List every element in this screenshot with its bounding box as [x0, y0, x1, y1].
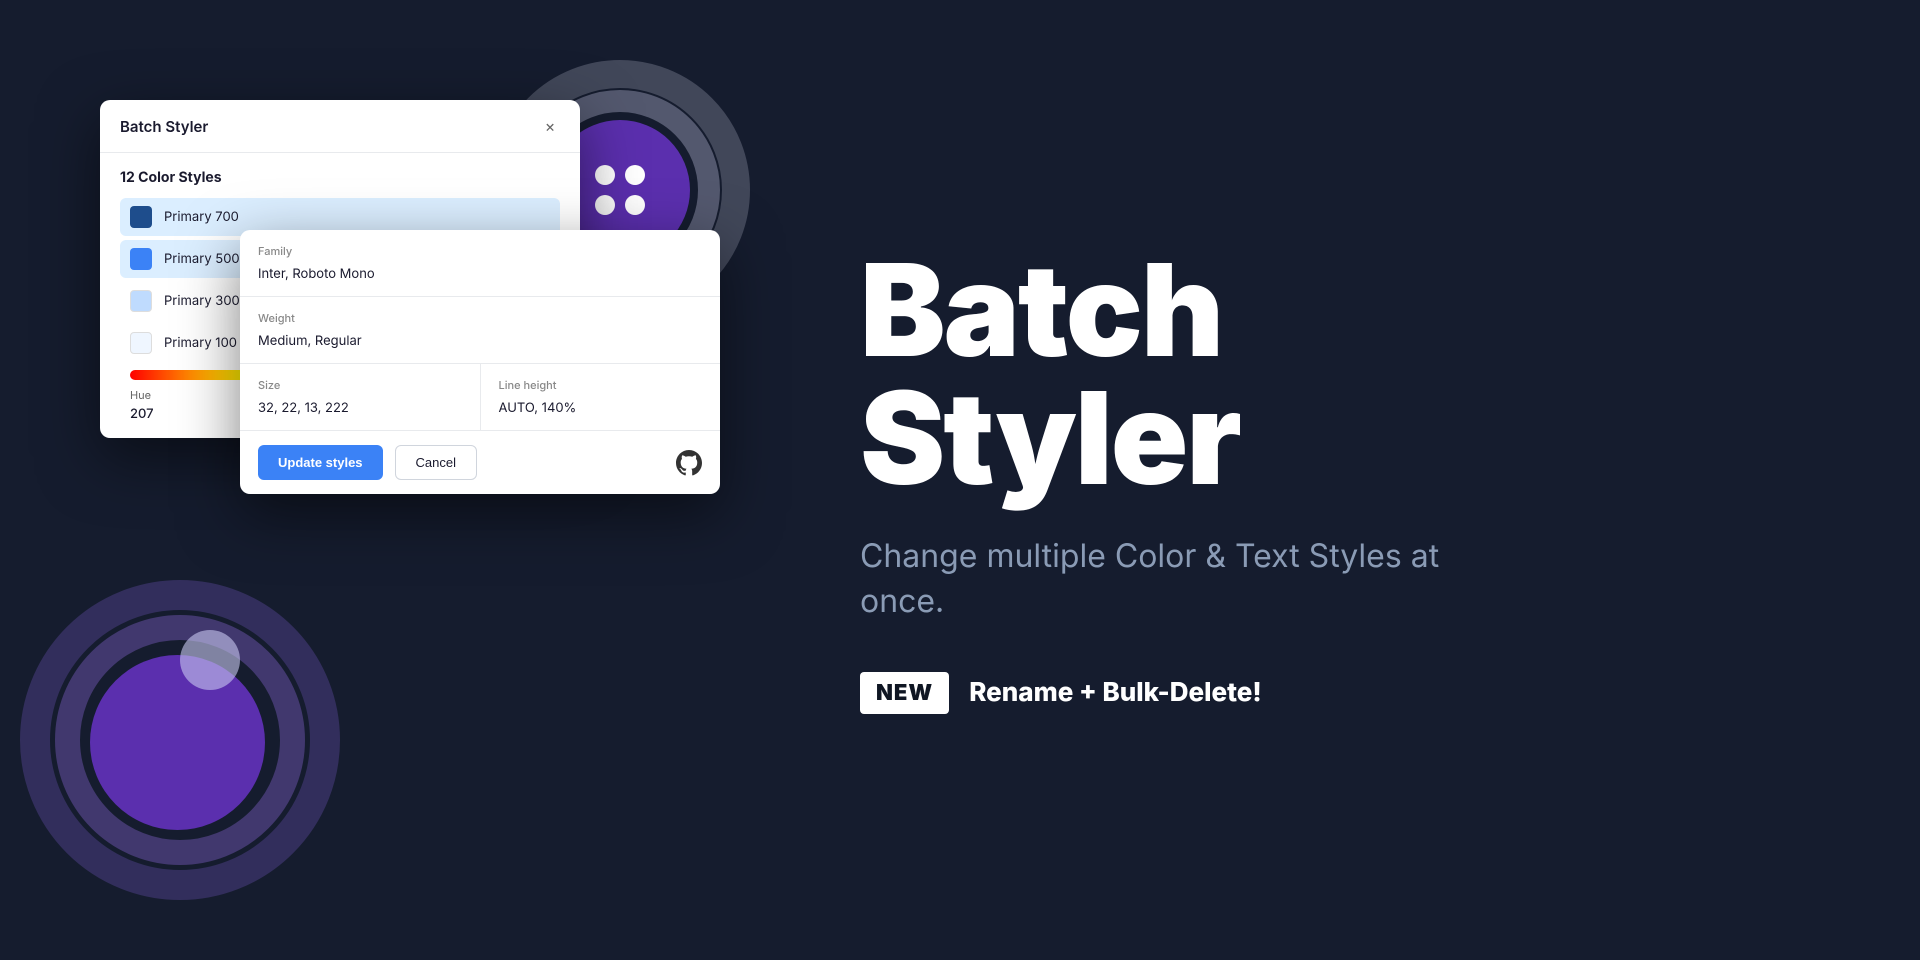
lineheight-section: Line height AUTO, 140% [481, 364, 721, 431]
color-name-primary700: Primary 700 [164, 209, 239, 225]
lineheight-value: AUTO, 140% [499, 400, 703, 416]
new-feature-text: Rename + Bulk-Delete! [969, 677, 1261, 708]
dot-1 [595, 165, 615, 185]
swatch-primary100 [130, 332, 152, 354]
update-styles-button[interactable]: Update styles [258, 445, 383, 480]
weight-label: Weight [258, 311, 702, 325]
github-icon[interactable] [676, 450, 702, 476]
typo-actions: Update styles Cancel [240, 431, 720, 494]
typography-popup: Family Inter, Roboto Mono Weight Medium,… [240, 230, 720, 494]
close-button[interactable]: × [540, 116, 560, 136]
right-section: Batch Styler Change multiple Color & Tex… [760, 0, 1920, 960]
weight-value: Medium, Regular [258, 333, 702, 349]
new-badge-row: NEW Rename + Bulk-Delete! [860, 672, 1820, 714]
size-lineheight-row: Size 32, 22, 13, 222 Line height AUTO, 1… [240, 364, 720, 431]
size-value: 32, 22, 13, 222 [258, 400, 462, 416]
family-label: Family [258, 244, 702, 258]
dot-3 [595, 195, 615, 215]
weight-section: Weight Medium, Regular [240, 297, 720, 364]
hero-subtitle: Change multiple Color & Text Styles at o… [860, 534, 1440, 624]
family-value: Inter, Roboto Mono [258, 266, 702, 282]
color-name-primary100: Primary 100 [164, 335, 237, 351]
hero-title: Batch Styler [860, 246, 1820, 502]
swatch-primary300 [130, 290, 152, 312]
hero-title-line2: Styler [860, 374, 1820, 502]
swatch-primary700 [130, 206, 152, 228]
button-icon-dots [595, 165, 645, 215]
family-section: Family Inter, Roboto Mono [240, 230, 720, 297]
dot-2 [625, 165, 645, 185]
size-section: Size 32, 22, 13, 222 [240, 364, 481, 431]
color-name-primary500: Primary 500 [164, 251, 240, 267]
lineheight-label: Line height [499, 378, 703, 392]
plugin-title: Batch Styler [120, 117, 208, 136]
styles-count: 12 Color Styles [120, 169, 560, 186]
swatch-primary500 [130, 248, 152, 270]
left-section: Batch Styler × 12 Color Styles Primary 7… [0, 0, 760, 960]
color-name-primary300: Primary 300 [164, 293, 240, 309]
circle-small [180, 630, 240, 690]
hero-title-line1: Batch [860, 246, 1820, 374]
size-label: Size [258, 378, 462, 392]
new-badge: NEW [860, 672, 949, 714]
plugin-header: Batch Styler × [100, 100, 580, 153]
dot-4 [625, 195, 645, 215]
circle-bl-inner [90, 655, 265, 830]
cancel-button[interactable]: Cancel [395, 445, 477, 480]
